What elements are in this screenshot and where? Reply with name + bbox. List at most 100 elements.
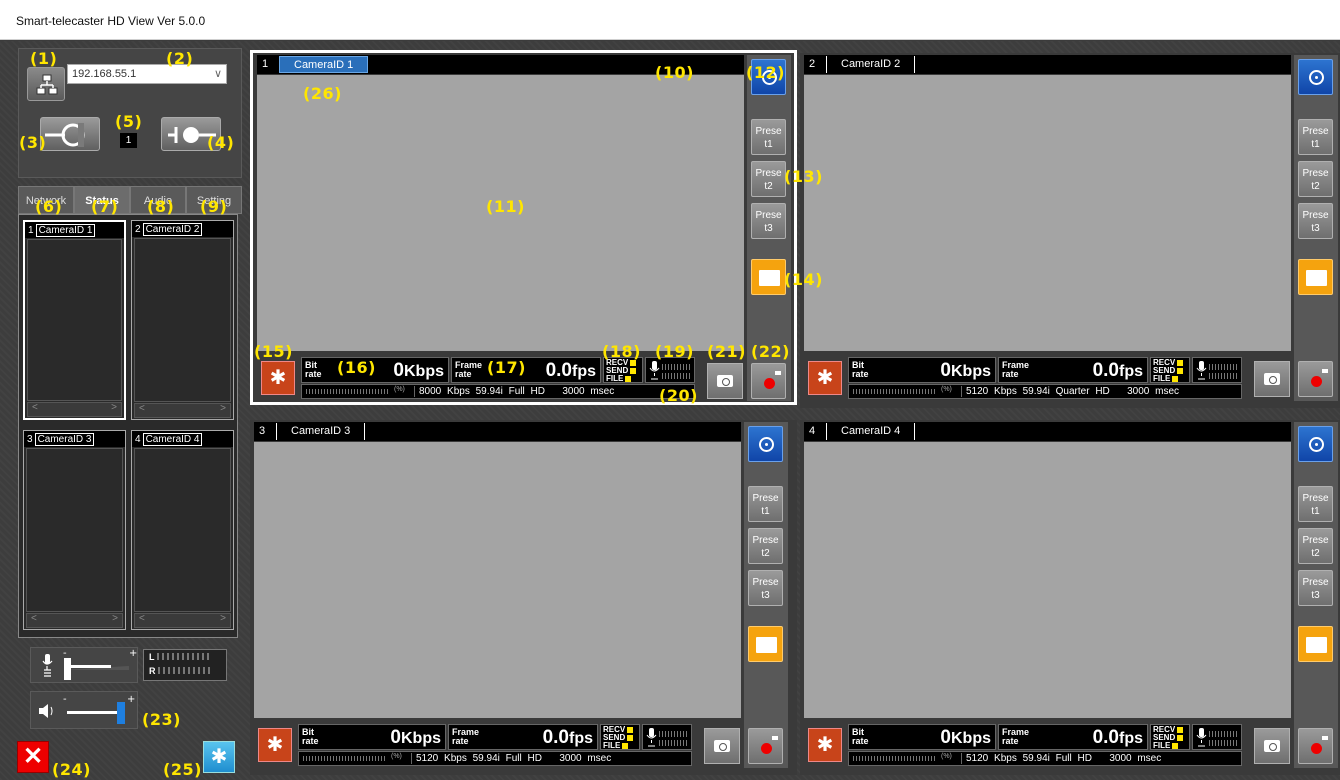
annotation-marker: (24) — [52, 760, 91, 779]
bitrate-unit: Kbps — [951, 363, 991, 380]
folder-button[interactable] — [748, 626, 783, 662]
scroll-right-icon[interactable]: > — [220, 403, 226, 414]
ptz-control-button[interactable] — [1298, 59, 1333, 95]
camera-id[interactable]: CameraID 3 — [276, 423, 366, 440]
annotation-marker: (14) — [784, 270, 823, 289]
bitrate-number: 0 — [940, 360, 951, 381]
preset3-button[interactable]: Prese t3 — [1298, 570, 1333, 606]
status-camera-header: 3 CameraID 3 — [24, 431, 125, 447]
annotation-marker: (26) — [303, 84, 342, 103]
preset1-button[interactable]: Prese t1 — [751, 119, 786, 155]
preset-label: Prese — [1302, 535, 1329, 546]
scroll-right-icon[interactable]: > — [220, 613, 226, 624]
camera-panel-3[interactable]: 3 CameraID 3 Prese t1 Prese t2 Prese t3 ✱ Bi… — [250, 420, 797, 775]
video-display[interactable] — [804, 75, 1291, 351]
preset3-button[interactable]: Prese t3 — [748, 570, 783, 606]
camera-audio-level — [1192, 724, 1242, 750]
preset1-button[interactable]: Prese t1 — [1298, 486, 1333, 522]
camera-settings-button[interactable]: ✱ — [261, 361, 295, 395]
annotation-marker: (13) — [784, 167, 823, 186]
percent-label: (%) — [941, 753, 952, 760]
svg-text:+: + — [127, 694, 135, 705]
info-latency: 3000 msec — [562, 386, 615, 397]
camera-settings-button[interactable]: ✱ — [808, 361, 842, 395]
video-display[interactable] — [804, 442, 1291, 718]
status-log-area — [27, 239, 122, 401]
folder-icon — [1306, 270, 1327, 286]
preset-label: t1 — [764, 139, 773, 150]
bitrate-number: 0 — [940, 727, 951, 748]
folder-button[interactable] — [751, 259, 786, 295]
horizontal-scrollbar[interactable]: < > — [26, 613, 123, 628]
preset3-button[interactable]: Prese t3 — [1298, 203, 1333, 239]
preset2-button[interactable]: Prese t2 — [748, 528, 783, 564]
status-camera-2[interactable]: 2 CameraID 2 < > — [131, 220, 234, 420]
annotation-marker: (2) — [166, 49, 194, 68]
camera-id[interactable]: CameraID 2 — [826, 56, 916, 73]
camera-settings-button[interactable]: ✱ — [808, 728, 842, 762]
folder-button[interactable] — [1298, 626, 1333, 662]
ptz-control-button[interactable] — [1298, 426, 1333, 462]
scroll-right-icon[interactable]: > — [111, 402, 117, 413]
snapshot-button[interactable] — [1254, 361, 1290, 397]
horizontal-scrollbar[interactable]: < > — [27, 402, 122, 417]
status-camera-4[interactable]: 4 CameraID 4 < > — [131, 430, 234, 630]
scroll-left-icon[interactable]: < — [139, 403, 145, 414]
connect-button[interactable] — [40, 117, 100, 151]
stream-info-text: 5120 Kbps 59.94i Quarter HD 3000 msec — [961, 386, 1179, 397]
scroll-left-icon[interactable]: < — [31, 613, 37, 624]
preset2-button[interactable]: Prese t2 — [751, 161, 786, 197]
speaker-volume-slider[interactable]: - + — [31, 692, 139, 730]
camera-id[interactable]: CameraID 1 — [279, 56, 369, 73]
scroll-left-icon[interactable]: < — [139, 613, 145, 624]
camera-panel-2[interactable]: 2 CameraID 2 Prese t1 Prese t2 Prese t3 ✱ Bi… — [800, 53, 1340, 408]
status-camera-3[interactable]: 3 CameraID 3 < > — [23, 430, 126, 630]
scroll-right-icon[interactable]: > — [112, 613, 118, 624]
snapshot-button[interactable] — [707, 363, 743, 399]
record-button[interactable] — [1298, 728, 1333, 764]
preset2-button[interactable]: Prese t2 — [1298, 161, 1333, 197]
level-left: L — [144, 650, 226, 664]
preset1-button[interactable]: Prese t1 — [748, 486, 783, 522]
ip-address-select[interactable]: 192.168.55.1 ∨ — [67, 64, 227, 84]
folder-button[interactable] — [1298, 259, 1333, 295]
camera-panel-4[interactable]: 4 CameraID 4 Prese t1 Prese t2 Prese t3 ✱ Bi… — [800, 420, 1340, 775]
file-label: FILE — [606, 374, 624, 383]
preset1-button[interactable]: Prese t1 — [1298, 119, 1333, 155]
snapshot-button[interactable] — [1254, 728, 1290, 764]
preset-label: t2 — [1311, 548, 1320, 559]
camera-status-bar: ✱ Bit rate 0Kbps Frame rate 0.0fps RECV SEND F… — [804, 353, 1291, 401]
framerate-number: 0.0 — [545, 360, 572, 381]
snapshot-button[interactable] — [704, 728, 740, 764]
stream-info-bar: (%) 5120 Kbps 59.94i Full HD 3000 msec — [848, 751, 1242, 766]
camera-id[interactable]: CameraID 4 — [826, 423, 916, 440]
record-button[interactable] — [1298, 361, 1333, 397]
record-button[interactable] — [748, 728, 783, 764]
framerate-unit: fps — [1119, 730, 1143, 747]
horizontal-scrollbar[interactable]: < > — [134, 403, 231, 418]
framerate-unit: fps — [572, 363, 596, 380]
camera-settings-button[interactable]: ✱ — [258, 728, 292, 762]
annotation-marker: (20) — [659, 386, 698, 405]
video-display[interactable] — [254, 442, 741, 718]
settings-button[interactable]: ✱ — [203, 741, 235, 773]
preset2-button[interactable]: Prese t2 — [1298, 528, 1333, 564]
info-rate: 59.94i — [475, 386, 503, 397]
horizontal-scrollbar[interactable]: < > — [134, 613, 231, 628]
bitrate-label-line2: rate — [305, 369, 322, 379]
network-button[interactable] — [27, 67, 65, 101]
level-right-label: R — [149, 666, 156, 676]
mic-volume-slider[interactable]: - + — [31, 648, 139, 684]
record-button[interactable] — [751, 363, 786, 399]
camera-side-controls: Prese t1 Prese t2 Prese t3 — [1294, 422, 1338, 768]
ptz-control-button[interactable] — [748, 426, 783, 462]
close-button[interactable]: ✕ — [17, 741, 49, 773]
status-camera-number: 3 — [27, 434, 33, 445]
scroll-left-icon[interactable]: < — [32, 402, 38, 413]
preset3-button[interactable]: Prese t3 — [751, 203, 786, 239]
status-camera-1[interactable]: 1 CameraID 1 < > — [23, 220, 126, 420]
info-latency: 3000 msec — [559, 753, 612, 764]
folder-icon — [756, 637, 777, 653]
info-resolution: Full HD — [1055, 753, 1092, 764]
status-camera-id: CameraID 4 — [142, 433, 203, 446]
